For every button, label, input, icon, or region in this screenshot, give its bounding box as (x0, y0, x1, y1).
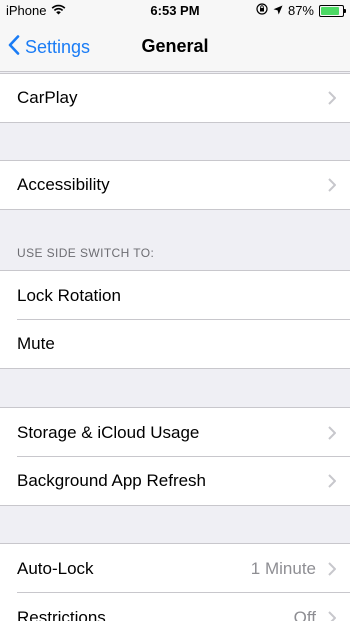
status-bar: iPhone 6:53 PM 87% (0, 0, 350, 22)
group-auto-lock: Auto-Lock 1 Minute Restrictions Off (0, 543, 350, 621)
chevron-right-icon (328, 474, 336, 488)
row-accessibility[interactable]: Accessibility (0, 161, 350, 210)
row-label: Background App Refresh (17, 471, 207, 490)
chevron-right-icon (328, 561, 336, 576)
section-header-side-switch: USE SIDE SWITCH TO: (0, 210, 350, 271)
row-value: Off (293, 607, 316, 621)
row-carplay[interactable]: CarPlay (0, 74, 350, 123)
back-button[interactable]: Settings (8, 35, 90, 60)
back-label: Settings (25, 37, 91, 57)
back-chevron-icon (8, 35, 25, 60)
group-storage: Storage & iCloud Usage Background App Re… (0, 407, 350, 506)
carrier-label: iPhone (6, 3, 47, 18)
group-accessibility: Accessibility (0, 160, 350, 210)
row-label: Restrictions (17, 607, 106, 621)
status-left: iPhone (6, 3, 66, 18)
battery-icon (319, 4, 346, 17)
section-spacer (0, 369, 350, 407)
row-label: Storage & iCloud Usage (17, 422, 200, 442)
row-lock-rotation[interactable]: Lock Rotation (0, 271, 350, 320)
row-value: 1 Minute (250, 558, 316, 578)
group-side-switch: Lock Rotation Mute (0, 271, 350, 369)
row-label: CarPlay (17, 88, 78, 107)
wifi-icon (51, 3, 66, 18)
section-spacer (0, 123, 350, 160)
row-storage-icloud[interactable]: Storage & iCloud Usage (0, 408, 350, 457)
orientation-lock-icon (256, 3, 268, 18)
battery-percent: 87% (287, 3, 314, 18)
settings-list: CarPlay Accessibility USE SIDE SWITCH TO… (0, 73, 350, 621)
chevron-right-icon (328, 178, 336, 192)
chevron-right-icon (328, 610, 336, 621)
row-label: Accessibility (17, 175, 110, 194)
row-auto-lock[interactable]: Auto-Lock 1 Minute (0, 544, 350, 593)
battery-fill (321, 6, 340, 15)
navigation-bar: Settings General (0, 22, 350, 72)
row-mute[interactable]: Mute (0, 320, 350, 369)
section-spacer (0, 506, 350, 543)
row-label: Auto-Lock (17, 558, 94, 578)
chevron-right-icon (328, 425, 336, 440)
row-label: Mute (17, 334, 55, 353)
row-background-app-refresh[interactable]: Background App Refresh (0, 457, 350, 506)
status-right: 87% (256, 3, 346, 18)
group-carplay: CarPlay (0, 73, 350, 123)
row-label: Lock Rotation (17, 285, 121, 305)
location-arrow-icon (273, 3, 283, 18)
row-restrictions[interactable]: Restrictions Off (0, 593, 350, 621)
chevron-right-icon (328, 91, 336, 105)
